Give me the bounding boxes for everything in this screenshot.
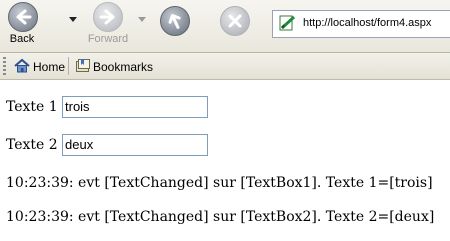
forward-arrow-icon [93,2,123,32]
back-button[interactable]: Back [0,0,44,50]
event-log-line: 10:23:39: evt [TextChanged] sur [TextBox… [6,175,433,191]
stop-icon [220,6,250,36]
back-history-dropdown[interactable] [69,17,77,22]
back-arrow-icon [8,2,38,32]
forward-history-dropdown[interactable] [138,17,146,22]
bookmarks-separator [68,57,69,75]
reload-icon [160,6,190,36]
home-bookmark[interactable]: Home [13,58,65,76]
page-icon [279,15,297,34]
back-label: Back [9,33,35,45]
bookmarks-icon [75,58,91,76]
textbox1-input[interactable]: trois [62,96,208,118]
home-label: Home [33,60,66,74]
bookmarks-label: Bookmarks [93,60,154,74]
texte1-label: Texte 1 : [6,99,67,115]
texte2-label: Texte 2 : [6,137,67,153]
stop-button[interactable] [220,0,252,50]
bookmarks-menu[interactable]: Bookmarks [75,58,153,76]
reload-button[interactable] [160,0,192,50]
address-bar[interactable]: http://localhost/form4.aspx [272,10,450,38]
browser-toolbar: Back Forward http://localhost/form4.aspx [0,0,450,53]
bookmarks-toolbar: Home Bookmarks [0,53,450,80]
home-icon [13,58,31,76]
event-log-line: 10:23:39: evt [TextChanged] sur [TextBox… [6,209,435,225]
textbox2-input[interactable]: deux [62,134,208,156]
forward-label: Forward [87,33,129,45]
url-text: http://localhost/form4.aspx [303,17,432,29]
toolbar-grip[interactable] [3,57,6,75]
forward-button[interactable]: Forward [82,0,134,50]
